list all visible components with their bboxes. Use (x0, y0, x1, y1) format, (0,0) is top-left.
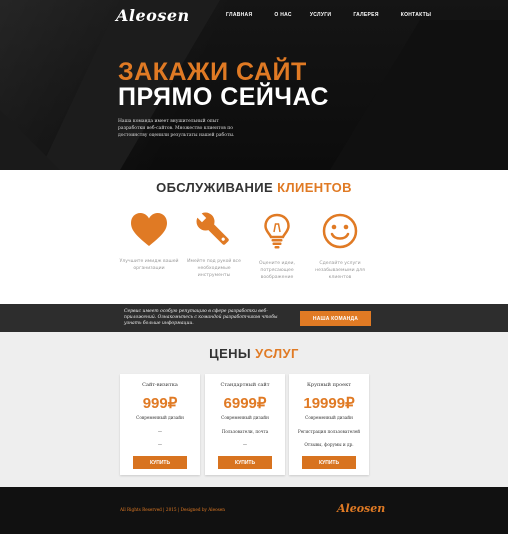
plan-price: 999₽ (142, 395, 178, 412)
services-title-accent: КЛИЕНТОВ (277, 180, 352, 195)
feature-text: Улучшите имидж вашей организации (119, 259, 179, 271)
plan-price: 6999₽ (223, 395, 267, 412)
nav-about[interactable]: О НАС (274, 12, 292, 18)
plan-feature: Современный дизайн (221, 415, 269, 420)
plan-feature: Современный дизайн (305, 415, 353, 420)
hero-section: Aleosen ГЛАВНАЯ О НАС УСЛУГИ ГАЛЕРЕЯ КОН… (0, 0, 508, 170)
feature-text: Имейте под рукой все необходимые инструм… (187, 259, 241, 278)
plan-price: 19999₽ (303, 395, 355, 412)
main-nav: ГЛАВНАЯ О НАС УСЛУГИ ГАЛЕРЕЯ КОНТАКТЫ (226, 12, 453, 18)
services-title: ОБСЛУЖИВАНИЕ КЛИЕНТОВ (0, 180, 508, 195)
buy-button[interactable]: КУПИТЬ (302, 456, 356, 469)
pricing-title-accent: УСЛУГ (255, 346, 299, 361)
team-banner: Сервис имеет особую репутацию в сфере ра… (0, 304, 508, 332)
pricing-section: ЦЕНЫ УСЛУГ Сайт-визитка 999₽ Современный… (0, 332, 508, 487)
heart-icon (131, 213, 167, 246)
feature-text: Сделайте услуги незабываемыми для клиент… (315, 261, 365, 280)
wrench-icon (195, 212, 229, 245)
plan-feature: Современный дизайн (136, 415, 184, 420)
nav-home[interactable]: ГЛАВНАЯ (226, 12, 252, 18)
site-logo[interactable]: Aleosen (116, 6, 190, 25)
services-section: ОБСЛУЖИВАНИЕ КЛИЕНТОВ Улучшите имидж ваш… (0, 170, 508, 304)
buy-button[interactable]: КУПИТЬ (133, 456, 187, 469)
buy-button[interactable]: КУПИТЬ (218, 456, 272, 469)
nav-gallery[interactable]: ГАЛЕРЕЯ (353, 12, 378, 18)
price-card-standard: Стандартный сайт 6999₽ Современный дизай… (205, 374, 285, 475)
services-title-dark: ОБСЛУЖИВАНИЕ (156, 180, 274, 195)
feature-tools: Имейте под рукой все необходимые инструм… (184, 212, 244, 279)
banner-text: Сервис имеет особую репутацию в сфере ра… (124, 309, 278, 326)
feature-ideas: Оцените идеи, потрясающее воображение (247, 212, 307, 281)
plan-name: Сайт-визитка (142, 382, 178, 388)
plan-name: Крупный проект (307, 382, 351, 388)
nav-contacts[interactable]: КОНТАКТЫ (401, 12, 431, 18)
plan-feature: — (242, 442, 248, 447)
plan-feature: Пользователи, почта (221, 429, 269, 434)
price-card-business-card: Сайт-визитка 999₽ Современный дизайн — —… (120, 374, 200, 475)
plan-feature: Отзывы, форумы и др. (304, 442, 354, 447)
plan-feature: — (157, 442, 163, 447)
pricing-title: ЦЕНЫ УСЛУГ (0, 346, 508, 361)
price-card-large-project: Крупный проект 19999₽ Современный дизайн… (289, 374, 369, 475)
lightbulb-icon (264, 213, 290, 249)
feature-clients: Сделайте услуги незабываемыми для клиент… (310, 212, 370, 281)
pricing-title-dark: ЦЕНЫ (209, 346, 252, 361)
plan-feature: — (157, 429, 163, 434)
footer-logo[interactable]: Aleosen (337, 502, 385, 515)
team-button[interactable]: НАША КОМАНДА (300, 311, 371, 326)
copyright: All Rights Reserved | 2015 | Designed by… (120, 507, 225, 512)
feature-text: Оцените идеи, потрясающее воображение (259, 261, 295, 280)
hero-description: Наша команда имеет внушительный опыт раз… (118, 119, 235, 138)
feature-image: Улучшите имидж вашей организации (119, 212, 179, 272)
site-footer: All Rights Reserved | 2015 | Designed by… (0, 487, 508, 534)
nav-services[interactable]: УСЛУГИ (310, 12, 331, 18)
smiley-icon (322, 213, 358, 249)
plan-name: Стандартный сайт (220, 382, 270, 388)
plan-feature: Регистрация пользователей (297, 429, 361, 434)
hero-title-main: ПРЯМО СЕЙЧАС (118, 83, 329, 111)
